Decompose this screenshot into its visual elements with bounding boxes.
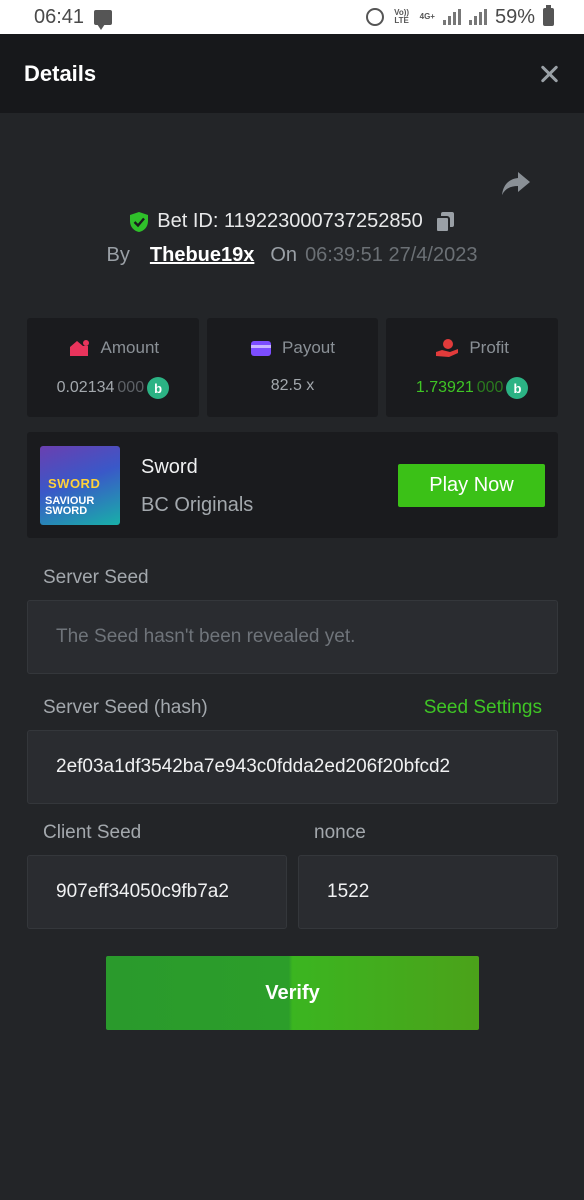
verify-button[interactable]: Verify	[106, 956, 479, 1030]
bc-coin-icon: b	[506, 377, 529, 399]
hand-coin-icon	[436, 339, 459, 357]
server-seed-hash-label: Server Seed (hash)	[43, 697, 208, 718]
server-seed-field[interactable]: The Seed hasn't been revealed yet.	[27, 600, 558, 674]
server-seed-label: Server Seed	[43, 567, 149, 588]
status-time: 06:41	[34, 5, 85, 28]
game-thumbnail[interactable]: SWORD SAVIOUR SWORD	[40, 446, 120, 525]
battery-icon	[543, 5, 554, 26]
signal-icon	[442, 9, 461, 25]
close-icon[interactable]	[538, 63, 560, 85]
stat-payout-label: Payout	[282, 338, 335, 357]
username-link[interactable]: Thebue19x	[150, 244, 254, 267]
stat-amount-trailing-zeros: 000	[117, 379, 145, 396]
bet-datetime: 06:39:51 27/4/2023	[305, 244, 478, 266]
nonce-field[interactable]: 1522	[298, 855, 558, 929]
play-now-button[interactable]: Play Now	[398, 464, 545, 507]
client-seed-field[interactable]: 907eff34050c9fb7a2	[27, 855, 287, 929]
stat-payout-value: 82.5 x	[270, 377, 315, 394]
bet-id: Bet ID: 119223000737252850	[157, 210, 423, 232]
battery-percent: 59%	[494, 5, 535, 28]
alarm-icon	[365, 8, 384, 26]
stat-amount: Amount 0.02134 000 b	[27, 318, 199, 417]
stat-profit-label: Profit	[469, 338, 510, 357]
stat-amount-value: 0.02134	[56, 379, 115, 396]
details-header: Details	[0, 34, 584, 113]
stat-payout: Payout 82.5 x	[206, 318, 379, 417]
page-title: Details	[24, 60, 97, 86]
game-provider: BC Originals	[141, 494, 254, 516]
game-name: Sword	[141, 456, 198, 478]
status-right: Vo)) LTE 4G+ 59%	[365, 5, 554, 29]
network-type-indicator: 4G+	[419, 12, 435, 21]
copy-icon[interactable]	[434, 211, 455, 233]
bc-coin-icon: b	[147, 377, 170, 399]
nonce-label: nonce	[314, 822, 366, 843]
wallet-icon	[251, 341, 272, 356]
stat-profit-trailing-zeros: 000	[476, 379, 504, 396]
bet-byline: By Thebue19x On 06:39:51 27/4/2023	[0, 244, 584, 267]
on-label: On	[270, 244, 298, 266]
stat-amount-label: Amount	[100, 338, 160, 357]
message-icon	[94, 9, 113, 30]
server-seed-hash-field[interactable]: 2ef03a1df3542ba7e943c0fdda2ed206f20bfcd2	[27, 730, 558, 804]
bet-id-row: Bet ID: 119223000737252850	[0, 210, 584, 233]
shield-check-icon	[130, 211, 149, 232]
stat-profit: Profit 1.73921 000 b	[386, 318, 559, 417]
signal-icon-2	[468, 9, 487, 25]
client-seed-label: Client Seed	[43, 822, 142, 843]
thumbnail-subtitle: SAVIOUR SWORD	[45, 495, 95, 517]
bet-stats: Amount 0.02134 000 b Payout 82.5 x Profit	[27, 318, 559, 417]
seed-settings-link[interactable]: Seed Settings	[424, 697, 542, 719]
by-label: By	[106, 244, 130, 266]
game-card: SWORD SAVIOUR SWORD Sword BC Originals P…	[27, 432, 558, 538]
money-bag-icon	[69, 340, 89, 356]
stat-profit-value: 1.73921	[415, 379, 474, 396]
thumbnail-title: SWORD	[48, 476, 101, 491]
status-bar: 06:41 Vo)) LTE 4G+ 59%	[0, 0, 584, 34]
share-icon[interactable]	[500, 168, 532, 198]
volte-indicator: Vo)) LTE	[394, 8, 410, 25]
